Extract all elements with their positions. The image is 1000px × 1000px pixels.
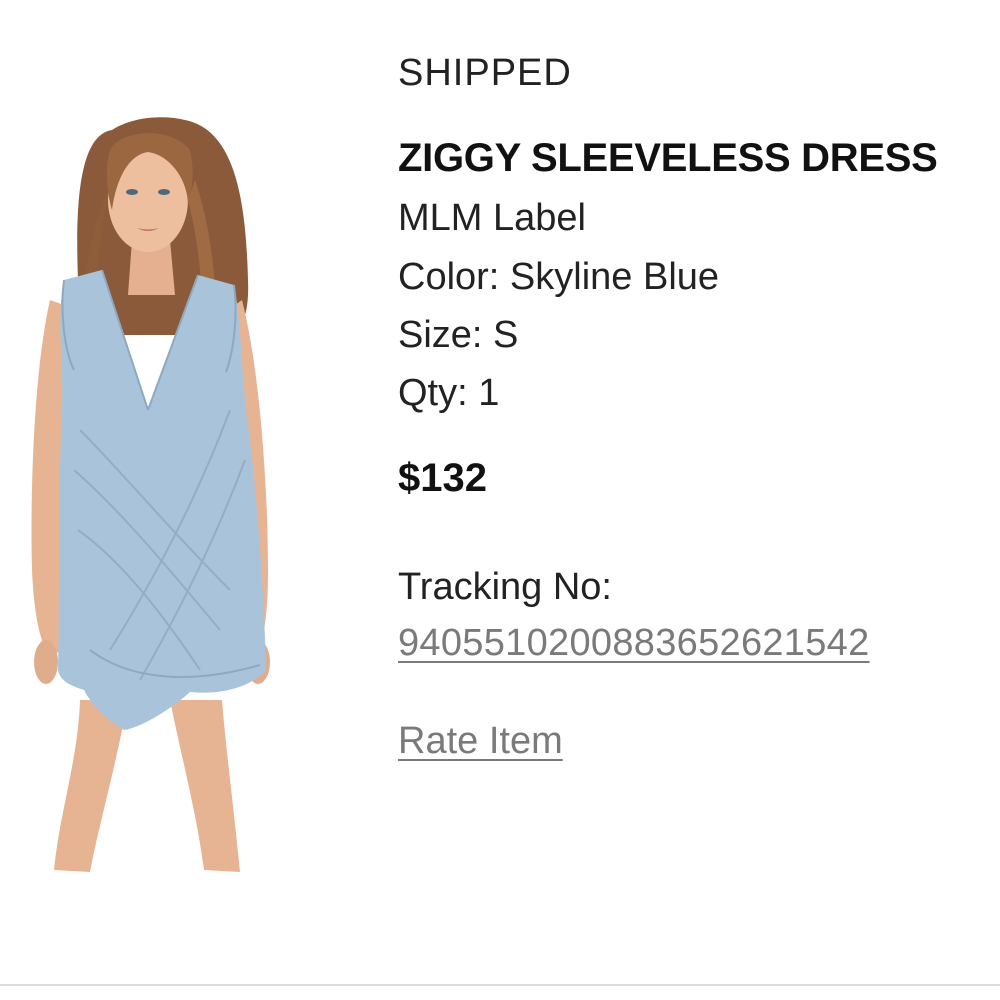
tracking-label: Tracking No: (398, 566, 612, 608)
order-status-label: SHIPPED (398, 52, 572, 94)
product-quantity: Qty: 1 (398, 372, 500, 414)
rate-item-link[interactable]: Rate Item (398, 720, 563, 763)
order-item-card: SHIPPED ZIGGY SLEEVELESS DRESS MLM Label… (0, 0, 1000, 1000)
product-brand: MLM Label (398, 197, 586, 239)
section-divider (0, 984, 1000, 986)
product-name[interactable]: ZIGGY SLEEVELESS DRESS (398, 136, 938, 181)
dress-model-photo (31, 117, 270, 872)
product-image[interactable] (20, 110, 300, 880)
product-color: Color: Skyline Blue (398, 256, 720, 298)
product-price: $132 (398, 456, 487, 500)
tracking-number-link[interactable]: 9405510200883652621542 (398, 622, 870, 665)
product-size: Size: S (398, 314, 519, 356)
